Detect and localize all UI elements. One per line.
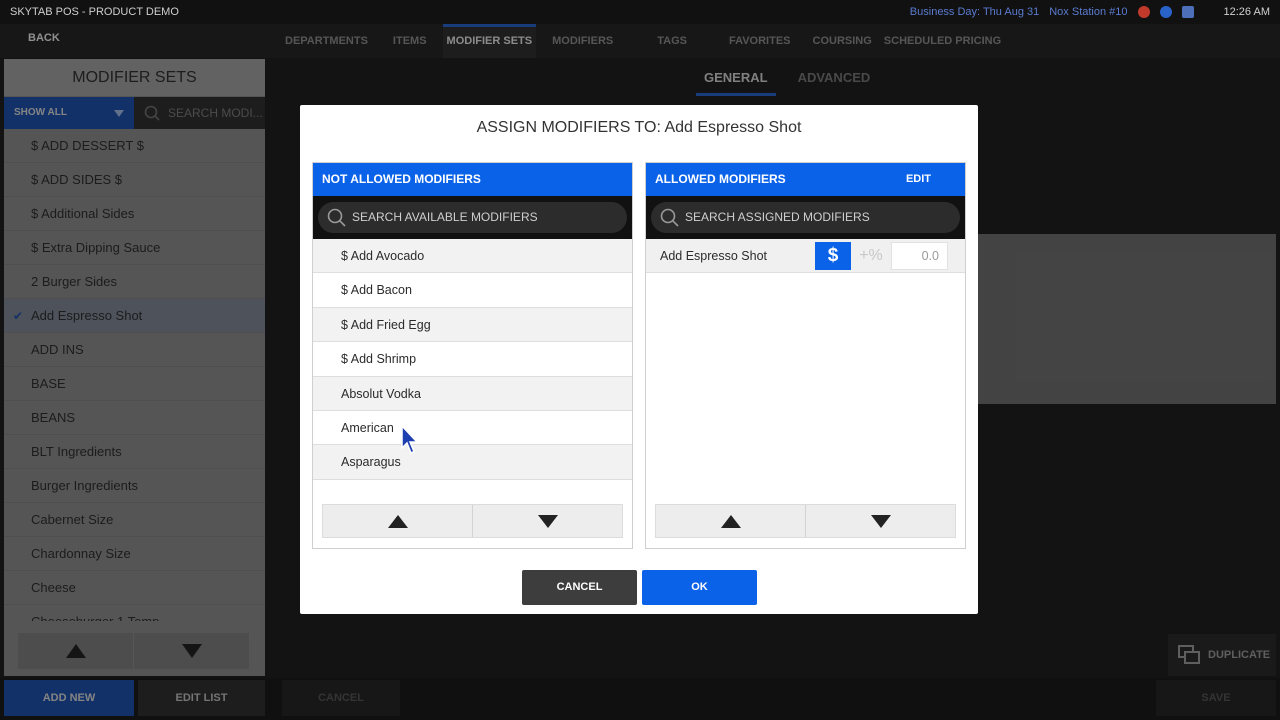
percent-price-toggle[interactable]: +% (855, 242, 887, 270)
alert-icon[interactable] (1137, 6, 1150, 18)
arrow-up-icon (387, 514, 408, 528)
search-icon (327, 208, 346, 227)
assigned-scroll-controls (655, 504, 956, 538)
list-item[interactable]: Absolut Vodka (313, 376, 632, 411)
search-bar: SEARCH ASSIGNED MODIFIERS (646, 196, 965, 239)
list-item[interactable]: Asparagus (313, 445, 632, 480)
scroll-down-button[interactable] (806, 505, 955, 537)
database-icon[interactable] (1181, 6, 1194, 18)
not-allowed-pane: NOT ALLOWED MODIFIERS SEARCH AVAILABLE M… (312, 162, 633, 549)
business-day: Business Day: Thu Aug 31 (909, 6, 1040, 18)
app-title: SKYTAB POS - PRODUCT DEMO (10, 6, 179, 18)
dialog-cancel-button[interactable]: CANCEL (522, 570, 637, 605)
status-area: Business Day: Thu Aug 31 Nox Station #10… (910, 6, 1270, 18)
dialog-ok-button[interactable]: OK (642, 570, 757, 605)
search-bar: SEARCH AVAILABLE MODIFIERS (313, 196, 632, 239)
arrow-down-icon (870, 514, 891, 528)
clock: 12:26 AM (1223, 6, 1270, 18)
search-available-input[interactable]: SEARCH AVAILABLE MODIFIERS (318, 202, 627, 233)
list-item-partial[interactable] (313, 479, 632, 497)
scroll-down-button[interactable] (473, 505, 622, 537)
assigned-modifier-list: Add Espresso Shot $ +% 0.0 (646, 239, 965, 497)
edit-button[interactable]: EDIT (906, 163, 931, 196)
table-row[interactable]: Add Espresso Shot $ +% 0.0 (646, 239, 965, 273)
available-scroll-controls (322, 504, 623, 538)
mouse-cursor-icon (401, 424, 419, 455)
available-modifier-list: $ Add Avocado $ Add Bacon $ Add Fried Eg… (313, 239, 632, 497)
list-item[interactable]: $ Add Shrimp (313, 342, 632, 377)
dollar-price-toggle[interactable]: $ (815, 242, 851, 270)
list-item[interactable]: $ Add Bacon (313, 273, 632, 308)
assign-modifiers-dialog: ASSIGN MODIFIERS TO: Add Espresso Shot N… (300, 105, 978, 614)
list-item[interactable]: American (313, 410, 632, 446)
not-allowed-header: NOT ALLOWED MODIFIERS (313, 163, 632, 196)
search-placeholder: SEARCH AVAILABLE MODIFIERS (352, 210, 538, 224)
list-item[interactable]: $ Add Fried Egg (313, 307, 632, 343)
allowed-header: ALLOWED MODIFIERS EDIT (646, 163, 965, 196)
search-icon (660, 208, 679, 227)
scroll-up-button[interactable] (656, 505, 806, 537)
dialog-title: ASSIGN MODIFIERS TO: Add Espresso Shot (476, 119, 802, 136)
search-placeholder: SEARCH ASSIGNED MODIFIERS (685, 210, 870, 224)
arrow-up-icon (720, 514, 741, 528)
station-label: Nox Station #10 (1049, 6, 1128, 18)
price-input[interactable]: 0.0 (891, 242, 948, 270)
arrow-down-icon (537, 514, 558, 528)
scroll-up-button[interactable] (323, 505, 473, 537)
allowed-header-label: ALLOWED MODIFIERS (655, 172, 786, 186)
search-assigned-input[interactable]: SEARCH ASSIGNED MODIFIERS (651, 202, 960, 233)
allowed-pane: ALLOWED MODIFIERS EDIT SEARCH ASSIGNED M… (645, 162, 966, 549)
title-bar: SKYTAB POS - PRODUCT DEMO Business Day: … (0, 0, 1280, 24)
list-item[interactable]: $ Add Avocado (313, 239, 632, 274)
modifier-name: Add Espresso Shot (660, 249, 768, 263)
play-icon[interactable] (1159, 6, 1172, 18)
